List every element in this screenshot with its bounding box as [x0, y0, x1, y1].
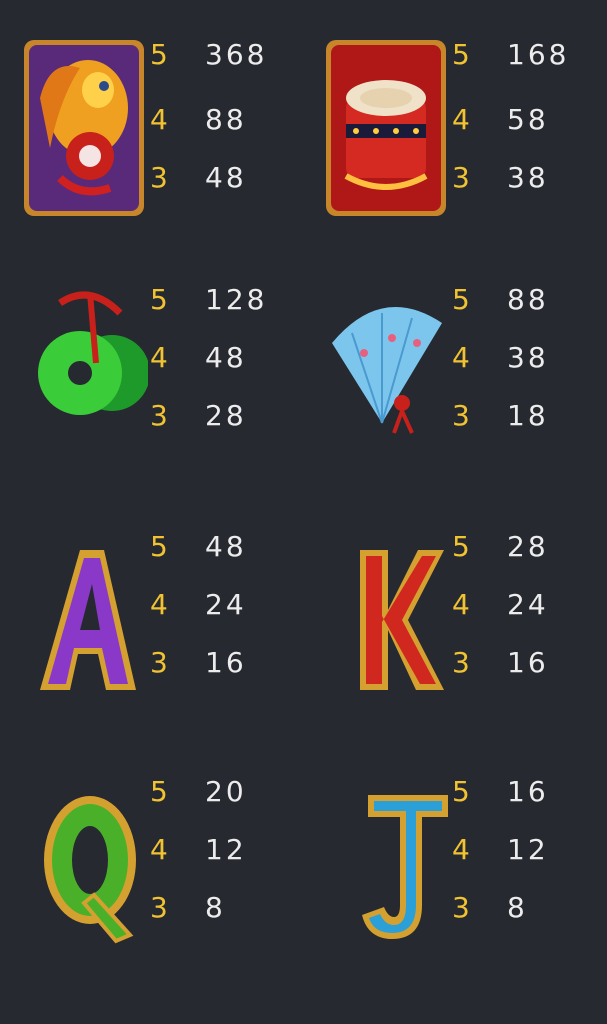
match-count: 4 [150, 833, 169, 866]
match-count: 3 [452, 399, 471, 432]
pay-value: 88 [507, 283, 549, 316]
letter-a-icon [20, 530, 148, 710]
koi-fish-icon [20, 38, 148, 218]
pay-value: 12 [205, 833, 247, 866]
pay-value: 368 [205, 38, 268, 71]
match-count: 5 [452, 775, 471, 808]
pay-row: 3 38 [452, 161, 592, 201]
pay-value: 12 [507, 833, 549, 866]
paytable-entry-drum: 5 168 4 58 3 38 [302, 38, 592, 238]
match-count: 5 [150, 530, 169, 563]
pay-value: 8 [205, 891, 226, 924]
pay-row: 5 88 [452, 283, 592, 323]
pay-row: 5 16 [452, 775, 592, 815]
pay-row: 4 38 [452, 341, 592, 381]
pay-row: 4 24 [150, 588, 290, 628]
pay-row: 3 16 [150, 646, 290, 686]
pay-value: 24 [507, 588, 549, 621]
pay-value: 20 [205, 775, 247, 808]
pay-value: 168 [507, 38, 570, 71]
pay-value: 16 [507, 775, 549, 808]
match-count: 4 [150, 341, 169, 374]
match-count: 5 [150, 283, 169, 316]
letter-j-icon [322, 775, 450, 955]
match-count: 4 [452, 833, 471, 866]
pay-value: 24 [205, 588, 247, 621]
pay-value: 58 [507, 103, 549, 136]
pay-value: 16 [507, 646, 549, 679]
pay-value: 28 [205, 399, 247, 432]
paytable-entry-jade: 5 128 4 48 3 28 [0, 283, 290, 483]
pay-value: 16 [205, 646, 247, 679]
match-count: 3 [150, 399, 169, 432]
match-count: 3 [150, 891, 169, 924]
pay-row: 4 12 [150, 833, 290, 873]
pay-value: 128 [205, 283, 268, 316]
match-count: 5 [150, 775, 169, 808]
pay-row: 3 18 [452, 399, 592, 439]
match-count: 4 [452, 588, 471, 621]
pay-value: 88 [205, 103, 247, 136]
pay-value: 48 [205, 161, 247, 194]
pay-row: 5 48 [150, 530, 290, 570]
pay-value: 48 [205, 341, 247, 374]
paytable-entry-k: 5 28 4 24 3 16 [302, 530, 592, 730]
match-count: 4 [452, 103, 471, 136]
pay-row: 5 368 [150, 38, 290, 78]
pay-row: 4 48 [150, 341, 290, 381]
paytable-entry-koi: 5 368 4 88 3 48 [0, 38, 290, 238]
match-count: 3 [452, 891, 471, 924]
pay-row: 5 28 [452, 530, 592, 570]
match-count: 5 [150, 38, 169, 71]
match-count: 5 [452, 283, 471, 316]
paytable-entry-q: 5 20 4 12 38 [0, 775, 290, 975]
pay-row: 5 128 [150, 283, 290, 323]
pay-row: 3 48 [150, 161, 290, 201]
pay-row: 4 24 [452, 588, 592, 628]
match-count: 3 [150, 161, 169, 194]
pay-value: 38 [507, 341, 549, 374]
match-count: 4 [150, 103, 169, 136]
paytable-entry-a: 5 48 4 24 3 16 [0, 530, 290, 730]
letter-q-icon [20, 775, 148, 955]
pay-row: 38 [150, 891, 290, 931]
match-count: 5 [452, 38, 471, 71]
drum-icon [322, 38, 450, 218]
pay-value: 28 [507, 530, 549, 563]
match-count: 4 [150, 588, 169, 621]
pay-row: 4 88 [150, 103, 290, 143]
pay-value: 18 [507, 399, 549, 432]
pay-row: 5 168 [452, 38, 592, 78]
pay-row: 38 [452, 891, 592, 931]
pay-row: 3 16 [452, 646, 592, 686]
paytable-entry-j: 5 16 4 12 38 [302, 775, 592, 975]
paytable-entry-fan: 5 88 4 38 3 18 [302, 283, 592, 483]
pay-row: 5 20 [150, 775, 290, 815]
match-count: 3 [452, 161, 471, 194]
match-count: 3 [452, 646, 471, 679]
pay-value: 48 [205, 530, 247, 563]
match-count: 3 [150, 646, 169, 679]
pay-row: 4 58 [452, 103, 592, 143]
pay-value: 38 [507, 161, 549, 194]
pay-value: 8 [507, 891, 528, 924]
match-count: 5 [452, 530, 471, 563]
pay-row: 4 12 [452, 833, 592, 873]
fan-icon [322, 283, 450, 463]
pay-row: 3 28 [150, 399, 290, 439]
match-count: 4 [452, 341, 471, 374]
letter-k-icon [322, 530, 450, 710]
jade-coins-icon [20, 283, 148, 463]
